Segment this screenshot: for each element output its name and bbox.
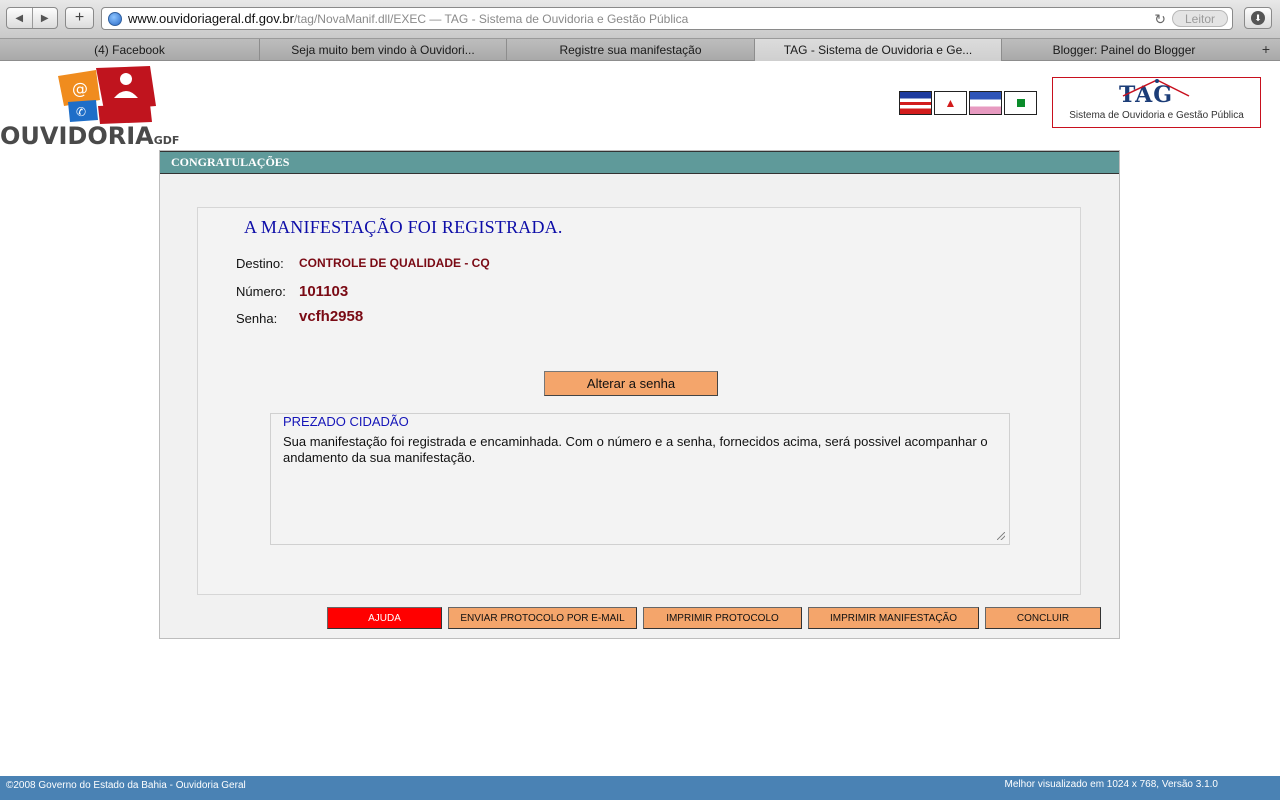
message-legend: PREZADO CIDADÃO <box>282 414 410 429</box>
flag-espirito-santo-icon[interactable] <box>969 91 1002 115</box>
cross-icon <box>1016 99 1025 107</box>
url-rest: /tag/NovaManif.dll/EXEC — TAG - Sistema … <box>293 11 689 26</box>
flag-df-icon[interactable] <box>1004 91 1037 115</box>
tab-tag-active[interactable]: TAG - Sistema de Ouvidoria e Ge... <box>754 39 1001 61</box>
downloads-button[interactable]: ⬇ <box>1244 7 1272 29</box>
registered-heading: A MANIFESTAÇÃO FOI REGISTRADA. <box>244 217 563 237</box>
flag-minas-icon[interactable]: ▲ <box>934 91 967 115</box>
tag-logo-box[interactable]: TAG Sistema de Ouvidoria e Gestão Públic… <box>1052 77 1261 128</box>
resize-handle-icon[interactable] <box>997 532 1005 540</box>
destino-label: Destino: <box>236 256 284 271</box>
plus-icon: + <box>74 9 85 26</box>
page-header: @ ✆ OUVIDORIAGDF ▲ TAG Sistema de Ouvido… <box>0 62 1280 150</box>
help-button[interactable]: AJUDA <box>327 607 442 629</box>
triangle-icon: ▲ <box>944 96 957 110</box>
destino-value: CONTROLE DE QUALIDADE - CQ <box>299 256 490 270</box>
tab-ouvidoria-welcome[interactable]: Seja muito bem vindo à Ouvidori... <box>259 39 506 61</box>
panel-title: CONGRATULAÇÕES <box>171 155 290 169</box>
message-textarea[interactable]: Sua manifestação foi registrada e encami… <box>283 434 999 538</box>
print-protocol-button[interactable]: IMPRIMIR PROTOCOLO <box>643 607 802 629</box>
url-host: www.ouvidoriageral.df.gov.br <box>128 11 294 26</box>
tab-label: Blogger: Painel do Blogger <box>1052 43 1196 57</box>
globe-icon <box>108 11 122 26</box>
page-footer: ©2008 Governo do Estado da Bahia - Ouvid… <box>0 776 1280 800</box>
logo-suffix: GDF <box>153 134 180 147</box>
change-password-button[interactable]: Alterar a senha <box>544 371 718 396</box>
registration-details: A MANIFESTAÇÃO FOI REGISTRADA. Destino: … <box>197 207 1081 595</box>
reader-button[interactable]: Leitor <box>1172 10 1228 27</box>
flag-bahia-icon[interactable] <box>899 91 932 115</box>
back-forward-buttons[interactable]: ◀ ▶ <box>6 7 58 29</box>
panel-header: CONGRATULAÇÕES <box>160 151 1119 174</box>
state-flags: ▲ <box>899 91 1037 115</box>
download-icon: ⬇ <box>1251 11 1265 25</box>
svg-text:✆: ✆ <box>76 105 86 119</box>
congratulations-panel: CONGRATULAÇÕES A MANIFESTAÇÃO FOI REGIST… <box>159 150 1120 639</box>
tab-registre[interactable]: Registre sua manifestação <box>506 39 754 61</box>
logo-wordmark: OUVIDORIAGDF <box>0 122 179 150</box>
senha-label: Senha: <box>236 311 278 326</box>
add-bookmark-button[interactable]: + <box>65 7 94 29</box>
forward-icon[interactable]: ▶ <box>31 8 58 28</box>
ouvidoria-logo[interactable]: @ ✆ OUVIDORIAGDF <box>0 64 200 150</box>
conclude-button[interactable]: CONCLUIR <box>985 607 1101 629</box>
svg-text:@: @ <box>72 79 88 98</box>
senha-value: vcfh2958 <box>299 308 364 325</box>
footer-version: Melhor visualizado em 1024 x 768, Versão… <box>1004 779 1218 790</box>
citizen-message-box: PREZADO CIDADÃO Sua manifestação foi reg… <box>270 413 1010 545</box>
tab-blogger[interactable]: Blogger: Painel do Blogger <box>1001 39 1246 61</box>
tag-logo-lines <box>1122 79 1190 97</box>
numero-label: Número: <box>236 284 286 299</box>
browser-toolbar: ◀ ▶ + www.ouvidoriageral.df.gov.br /tag/… <box>0 0 1280 39</box>
new-tab-icon[interactable]: + <box>1262 41 1270 57</box>
tab-label: Seja muito bem vindo à Ouvidori... <box>291 43 475 57</box>
tab-bar: (4) Facebook Seja muito bem vindo à Ouvi… <box>0 39 1280 61</box>
email-protocol-button[interactable]: ENVIAR PROTOCOLO POR E-MAIL <box>448 607 637 629</box>
tab-label: TAG - Sistema de Ouvidoria e Ge... <box>783 43 973 57</box>
footer-copyright: ©2008 Governo do Estado da Bahia - Ouvid… <box>6 780 246 791</box>
tab-label: (4) Facebook <box>94 43 165 57</box>
tab-facebook[interactable]: (4) Facebook <box>0 39 259 61</box>
print-manifestation-button[interactable]: IMPRIMIR MANIFESTAÇÃO <box>808 607 979 629</box>
reload-icon[interactable]: ↻ <box>1154 11 1166 28</box>
tag-caption: Sistema de Ouvidoria e Gestão Pública <box>1069 110 1244 121</box>
logo-text: OUVIDORIA <box>0 122 154 150</box>
numero-value: 101103 <box>299 283 349 300</box>
tab-label: Registre sua manifestação <box>559 43 702 57</box>
back-icon[interactable]: ◀ <box>7 8 32 28</box>
address-bar[interactable]: www.ouvidoriageral.df.gov.br /tag/NovaMa… <box>101 7 1233 30</box>
